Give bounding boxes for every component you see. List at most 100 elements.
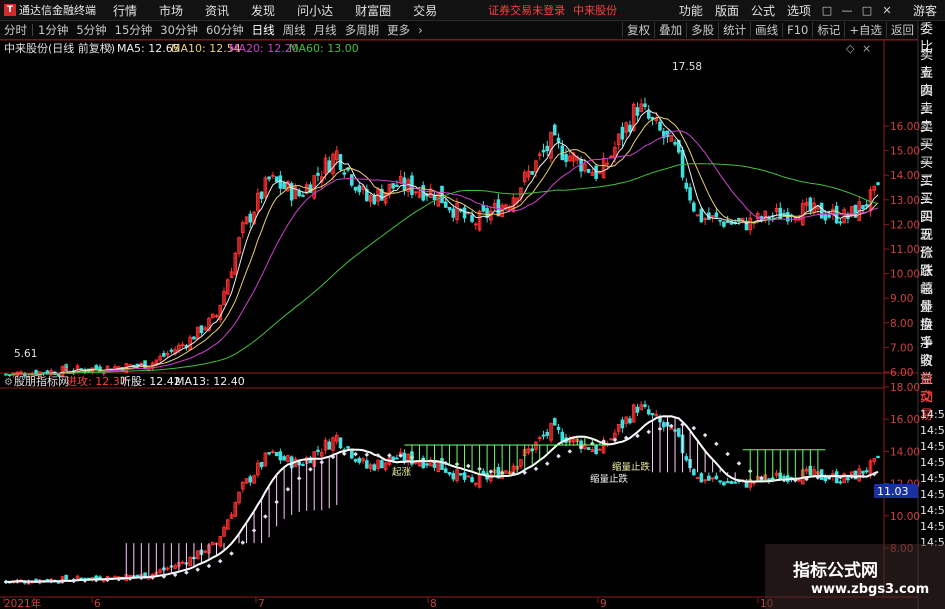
side-tab-3[interactable]: 卖三 xyxy=(918,83,945,117)
sub-candle-body xyxy=(710,477,715,480)
candle-body xyxy=(552,124,557,136)
side-tab-11[interactable]: 现价 xyxy=(918,227,945,261)
sub-candle-body xyxy=(135,574,140,577)
sub-candle-body xyxy=(556,426,561,431)
tinggu-dot xyxy=(860,473,866,479)
sub-candle-body xyxy=(101,579,106,582)
sub-candle-body xyxy=(718,480,722,483)
side-tab-8[interactable]: 买三 xyxy=(918,173,945,207)
candle-body xyxy=(699,208,704,223)
main-ytick-label: 15.00 xyxy=(890,146,920,158)
sub-candle-body xyxy=(462,472,467,480)
side-tab-28[interactable]: 14:56 xyxy=(918,519,945,535)
sub-candle-body xyxy=(327,441,332,450)
side-tab-25[interactable]: 14:56 xyxy=(918,471,945,487)
sub-candle-body xyxy=(395,457,399,460)
sub-candle-body xyxy=(650,413,655,416)
side-tab-27[interactable]: 14:56 xyxy=(918,503,945,519)
indicator-settings-icon[interactable]: ⚙ xyxy=(4,377,13,388)
candle-body xyxy=(725,220,730,223)
side-tab-6[interactable]: 买一 xyxy=(918,137,945,171)
xtick-label: 8 xyxy=(430,598,437,609)
tinggu-dot xyxy=(646,429,651,435)
candle-body xyxy=(432,194,437,201)
candle-body xyxy=(248,213,253,223)
diamond-icon[interactable]: ◇ xyxy=(846,42,855,55)
side-tab-16[interactable]: 换手 xyxy=(918,317,945,351)
tinggu-dot xyxy=(240,540,246,545)
candle-body xyxy=(342,172,347,175)
sub-candle-body xyxy=(278,451,283,461)
side-tab-15[interactable]: 外盘 xyxy=(918,299,945,333)
side-tab-26[interactable]: 14:56 xyxy=(918,487,945,503)
settings-gear-icon[interactable]: ⚙ xyxy=(104,44,113,55)
sub-candle-body xyxy=(598,448,602,451)
tinggu-dot xyxy=(702,432,708,438)
candle-body xyxy=(680,149,685,178)
candle-body xyxy=(372,195,377,205)
side-tab-1[interactable]: 卖五 xyxy=(918,47,945,81)
side-tab-23[interactable]: 14:56 xyxy=(918,439,945,455)
candle-body xyxy=(834,205,839,224)
tinggu-dot xyxy=(206,563,212,569)
candle-body xyxy=(605,162,610,165)
side-tab-20[interactable]: 交易 xyxy=(918,389,945,423)
side-tab-4[interactable]: 卖二 xyxy=(918,101,945,135)
tinggu-dot xyxy=(229,551,234,556)
sub-candle-body xyxy=(729,481,734,484)
ma10-line xyxy=(5,116,879,376)
candle-body xyxy=(214,315,219,318)
side-tab-21[interactable]: 14:56 xyxy=(918,407,945,423)
candle-body xyxy=(496,199,501,217)
candle-body xyxy=(545,145,550,152)
candle-body xyxy=(827,214,831,218)
side-tab-22[interactable]: 14:56 xyxy=(918,423,945,439)
sub-candle-body xyxy=(834,471,839,484)
sub-candle-body xyxy=(819,469,824,480)
sub-candle-body xyxy=(301,464,305,467)
sub-candle-body xyxy=(413,461,418,464)
candle-body xyxy=(692,202,696,212)
sub-candle-body xyxy=(451,473,456,480)
candle-body xyxy=(797,218,801,221)
side-tab-5[interactable]: 卖一 xyxy=(918,119,945,153)
sub-ytick-label: 14.00 xyxy=(890,446,920,458)
side-tab-2[interactable]: 卖四 xyxy=(918,65,945,99)
candle-body xyxy=(143,360,147,370)
candle-body xyxy=(530,171,534,175)
side-tab-19[interactable]: 自动 xyxy=(918,371,945,405)
side-tab-18[interactable]: 收益 xyxy=(918,353,945,387)
sub-candle-body xyxy=(861,470,865,474)
side-tab-10[interactable]: 买五 xyxy=(918,209,945,243)
candle-body xyxy=(864,204,869,207)
sub-candle-body xyxy=(864,470,869,473)
side-tab-7[interactable]: 买二 xyxy=(918,155,945,189)
side-tab-14[interactable]: 总量 xyxy=(918,281,945,315)
sub-candle-body xyxy=(372,464,377,471)
tinggu-dot xyxy=(466,463,471,469)
candle-body xyxy=(395,184,399,187)
side-tab-13[interactable]: 涨幅 xyxy=(918,263,945,297)
sub-candle-body xyxy=(560,431,565,442)
candle-body xyxy=(443,201,448,208)
candle-body xyxy=(643,103,647,108)
side-tab-17[interactable]: 净资 xyxy=(918,335,945,369)
sub-candle-body xyxy=(64,574,68,581)
tinggu-dot xyxy=(714,441,719,447)
side-tab-24[interactable]: 14:56 xyxy=(918,455,945,471)
tinggu-dot xyxy=(3,579,9,585)
kline-chart-area[interactable]: 16.00 15.00 14.00 13.00 12.00 11.00 10.00 9.00 8… xyxy=(0,0,945,609)
candle-body xyxy=(462,207,467,219)
sub-candle-body xyxy=(248,476,253,483)
sub-candle-body xyxy=(432,464,437,468)
close-panel-icon[interactable]: × xyxy=(862,42,871,55)
side-tab-12[interactable]: 涨跌 xyxy=(918,245,945,279)
sub-candle-body xyxy=(782,475,786,478)
tinggu-dot xyxy=(567,449,573,454)
high-price-label: 17.58 xyxy=(672,61,702,73)
side-tab-0[interactable]: 委比 xyxy=(918,21,945,55)
candle-body xyxy=(474,223,478,226)
sub-ytick-label: 16.00 xyxy=(890,414,920,426)
candle-body xyxy=(301,194,305,197)
side-tab-9[interactable]: 买四 xyxy=(918,191,945,225)
